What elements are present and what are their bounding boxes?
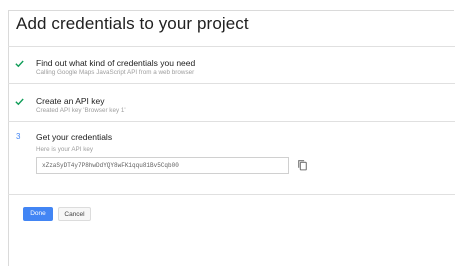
- divider: [8, 194, 455, 195]
- api-key-field[interactable]: xZzaSyDT4y7P8hwDdYQY8wFK1qqu81Bv5Cqb00: [36, 157, 289, 174]
- divider: [8, 121, 455, 122]
- copy-icon[interactable]: [296, 158, 309, 172]
- step-title: Create an API key: [36, 96, 105, 106]
- step-number: 3: [16, 132, 21, 141]
- divider: [8, 46, 455, 47]
- api-key-label: Here is your API key: [36, 146, 94, 153]
- step-title: Get your credentials: [36, 132, 113, 142]
- page-title: Add credentials to your project: [16, 14, 249, 33]
- check-icon: [15, 98, 24, 106]
- check-icon: [15, 60, 24, 68]
- step-subtitle: Created API key 'Browser key 1': [36, 107, 126, 114]
- step-subtitle: Calling Google Maps JavaScript API from …: [36, 69, 195, 76]
- step-title: Find out what kind of credentials you ne…: [36, 58, 196, 68]
- divider: [8, 83, 455, 84]
- cancel-button[interactable]: Cancel: [58, 207, 91, 221]
- done-button[interactable]: Done: [23, 207, 53, 221]
